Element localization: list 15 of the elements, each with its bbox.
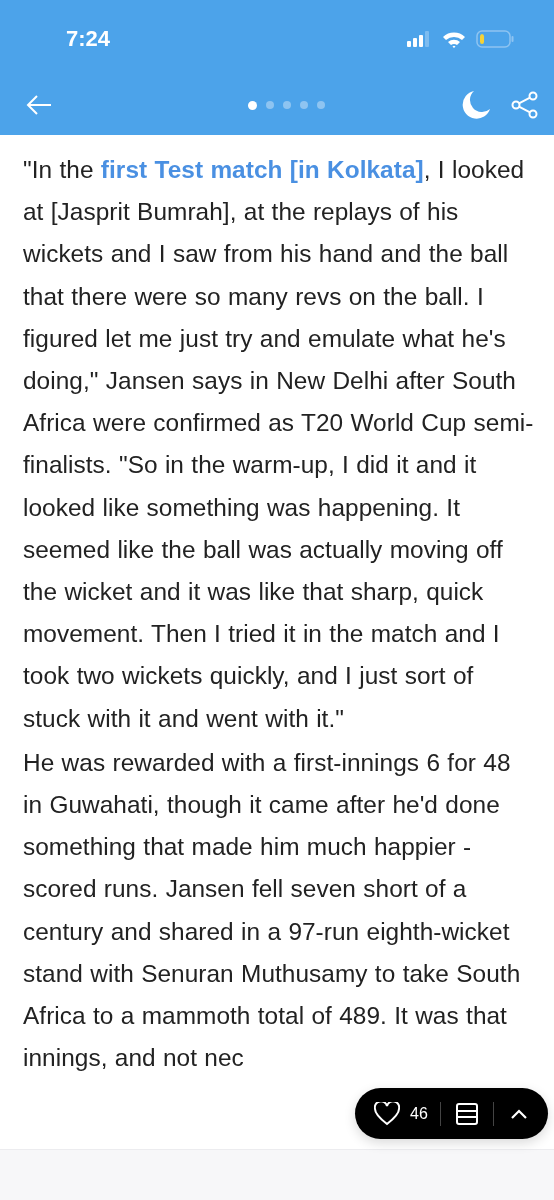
status-time: 7:24 xyxy=(66,26,111,52)
article-paragraph: "In the first Test match [in Kolkata], I looked at [Jasprit Bumrah], at the replays of his wickets and I saw from his hand and the ball that there were so many revs on the ball. I figured let me just try and emulate what he's doing," Jansen says in New Delhi after South Africa were confirmed as T20 World Cup semi-finalists. "So in the warm-up, I did it and it looked like something was happening. It seemed like the ball was actually moving off the wicket and it was like that sharp, quick movement. Then I tried it in the match and I took two wickets quickly, and I just sort of stuck with it and went with it." xyxy=(23,155,534,734)
back-button[interactable] xyxy=(26,94,52,116)
page-dot[interactable] xyxy=(317,101,325,109)
battery-icon xyxy=(476,30,514,48)
page-dot[interactable] xyxy=(283,101,291,109)
moon-icon[interactable] xyxy=(461,90,491,120)
share-icon[interactable] xyxy=(511,91,538,119)
signal-icon xyxy=(407,31,432,47)
wifi-icon xyxy=(442,30,466,48)
page-dot[interactable] xyxy=(266,101,274,109)
article-paragraph: He was rewarded with a first-innings 6 for 48 in Guwahati, though it came after he'd done something that made him much happier - scored runs. Jansen fell seven short of a century and shared in a 97-run eighth-wicket stand with Senuran Muthusamy to take South Africa to a mammoth total of 489. It was that innings, and not nec xyxy=(23,747,522,1074)
like-button[interactable]: 46 xyxy=(355,1093,428,1134)
page-dot[interactable] xyxy=(248,100,257,110)
page-dot[interactable] xyxy=(300,101,308,109)
